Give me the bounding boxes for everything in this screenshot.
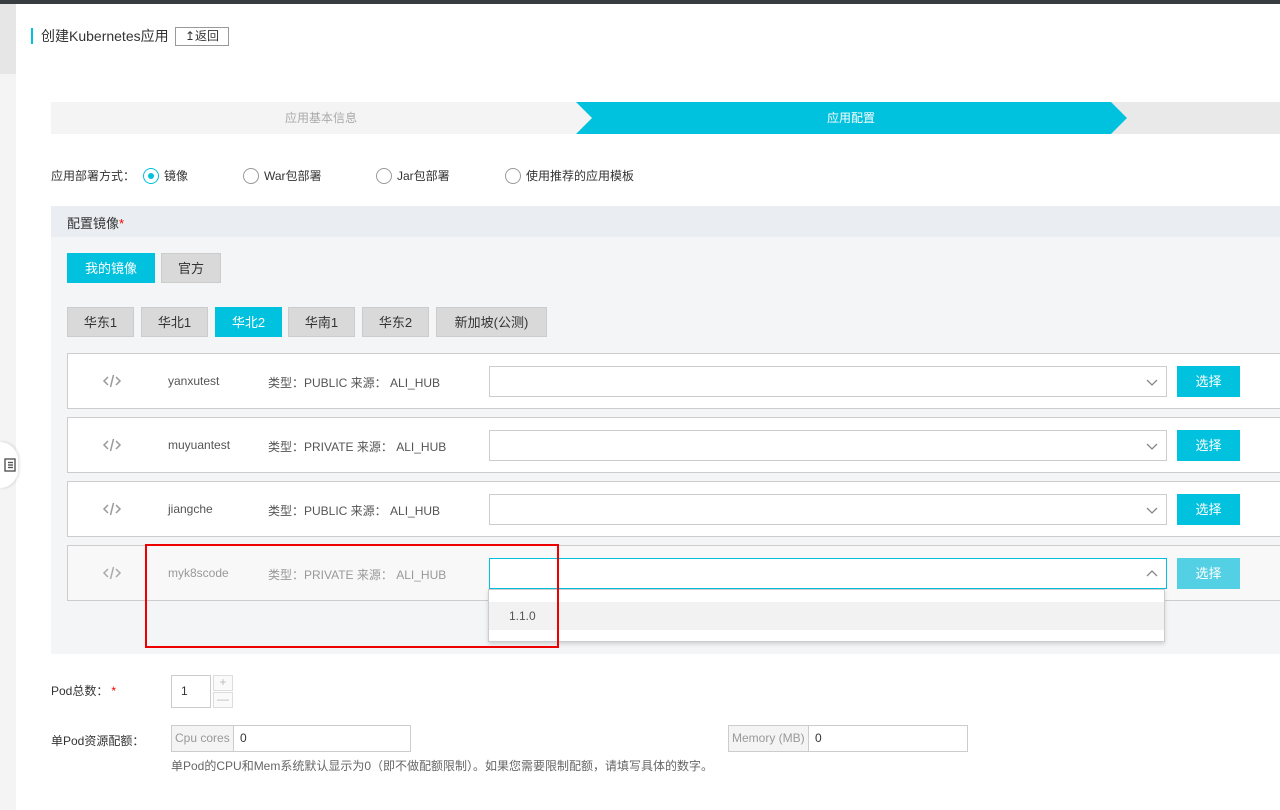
tab-official[interactable]: 官方 xyxy=(161,253,221,283)
repo-meta: 类型：PUBLIC 来源： ALI_HUB xyxy=(268,504,441,518)
radio-unchecked-icon xyxy=(505,168,521,184)
version-select[interactable] xyxy=(489,366,1167,397)
version-select[interactable] xyxy=(489,494,1167,525)
required-mark: * xyxy=(111,684,117,698)
repo-row: muyuantest 类型：PRIVATE 来源： ALI_HUB 选择 xyxy=(67,417,1280,473)
cpu-prefix: Cpu cores xyxy=(172,726,234,751)
radio-template-label: 使用推荐的应用模板 xyxy=(526,169,635,183)
menu-icon xyxy=(4,458,16,472)
chevron-down-icon xyxy=(1146,443,1158,450)
version-select-open[interactable] xyxy=(489,558,1167,589)
radio-jar-label: Jar包部署 xyxy=(397,169,450,183)
chevron-down-icon xyxy=(1146,379,1158,386)
pod-count-label: Pod总数： * xyxy=(51,684,117,698)
left-sidebar-collapsed xyxy=(0,4,16,74)
repo-row: yanxutest 类型：PUBLIC 来源： ALI_HUB 选择 xyxy=(67,353,1280,409)
page-title: 创建Kubernetes应用 xyxy=(41,28,169,44)
decrement-button[interactable]: — xyxy=(213,692,233,708)
select-button[interactable]: 选择 xyxy=(1177,430,1240,461)
resource-hint: 单Pod的CPU和Mem系统默认显示为0（即不做配额限制）。如果您需要限制配额，… xyxy=(171,759,714,773)
step-app-config[interactable]: 应用配置 xyxy=(591,102,1111,134)
region-tab-singapore[interactable]: 新加坡(公测) xyxy=(436,307,547,337)
required-mark: * xyxy=(119,216,125,231)
memory-field[interactable]: Memory (MB) 0 xyxy=(728,725,968,752)
pod-count-stepper: + — xyxy=(213,675,233,708)
pod-resource-label: 单Pod资源配额： xyxy=(51,734,145,748)
region-tab-huadong2[interactable]: 华东2 xyxy=(362,307,429,337)
region-tab-huadong1[interactable]: 华东1 xyxy=(67,307,134,337)
region-tab-huabei2[interactable]: 华北2 xyxy=(215,307,282,337)
repo-name: yanxutest xyxy=(168,374,220,388)
version-dropdown-menu: 1.1.0 xyxy=(488,589,1165,642)
memory-prefix: Memory (MB) xyxy=(729,726,809,751)
version-select[interactable] xyxy=(489,430,1167,461)
select-button[interactable]: 选择 xyxy=(1177,366,1240,397)
radio-checked-icon xyxy=(143,168,159,184)
tab-my-images[interactable]: 我的镜像 xyxy=(67,253,155,283)
back-arrow-icon: ↥ xyxy=(184,29,196,43)
deploy-method-label: 应用部署方式： xyxy=(51,169,136,183)
wizard-steps: 应用基本信息 应用配置 xyxy=(51,102,1280,134)
radio-unchecked-icon xyxy=(243,168,259,184)
top-nav-bar xyxy=(0,0,1280,4)
code-icon xyxy=(102,566,122,580)
image-config-header: 配置镜像* xyxy=(51,206,1280,237)
region-tab-huanan1[interactable]: 华南1 xyxy=(288,307,355,337)
dropdown-option[interactable]: 1.1.0 xyxy=(489,602,1164,630)
chevron-down-icon xyxy=(1146,507,1158,514)
back-button-label: 返回 xyxy=(195,29,220,43)
image-config-title: 配置镜像* xyxy=(67,216,125,231)
back-button[interactable]: ↥返回 xyxy=(175,27,229,46)
repo-name: jiangche xyxy=(168,502,213,516)
increment-button[interactable]: + xyxy=(213,675,233,691)
pod-count-input[interactable]: 1 xyxy=(171,675,211,708)
region-tab-huabei1[interactable]: 华北1 xyxy=(141,307,208,337)
title-accent-bar xyxy=(31,28,33,44)
code-icon xyxy=(102,438,122,452)
repo-meta: 类型：PRIVATE 来源： ALI_HUB xyxy=(268,440,447,454)
radio-unchecked-icon xyxy=(376,168,392,184)
select-button[interactable]: 选择 xyxy=(1177,558,1240,589)
memory-value: 0 xyxy=(815,731,822,745)
code-icon xyxy=(102,502,122,516)
repo-name: muyuantest xyxy=(168,438,231,452)
chevron-up-icon xyxy=(1146,570,1158,577)
radio-war-label: War包部署 xyxy=(264,169,322,183)
repo-meta: 类型：PUBLIC 来源： ALI_HUB xyxy=(268,376,441,390)
radio-image-label: 镜像 xyxy=(164,169,189,183)
repo-row: jiangche 类型：PUBLIC 来源： ALI_HUB 选择 xyxy=(67,481,1280,537)
cpu-field[interactable]: Cpu cores 0 xyxy=(171,725,411,752)
code-icon xyxy=(102,374,122,388)
cpu-value: 0 xyxy=(240,731,247,745)
annotation-highlight-box xyxy=(145,544,559,648)
select-button[interactable]: 选择 xyxy=(1177,494,1240,525)
